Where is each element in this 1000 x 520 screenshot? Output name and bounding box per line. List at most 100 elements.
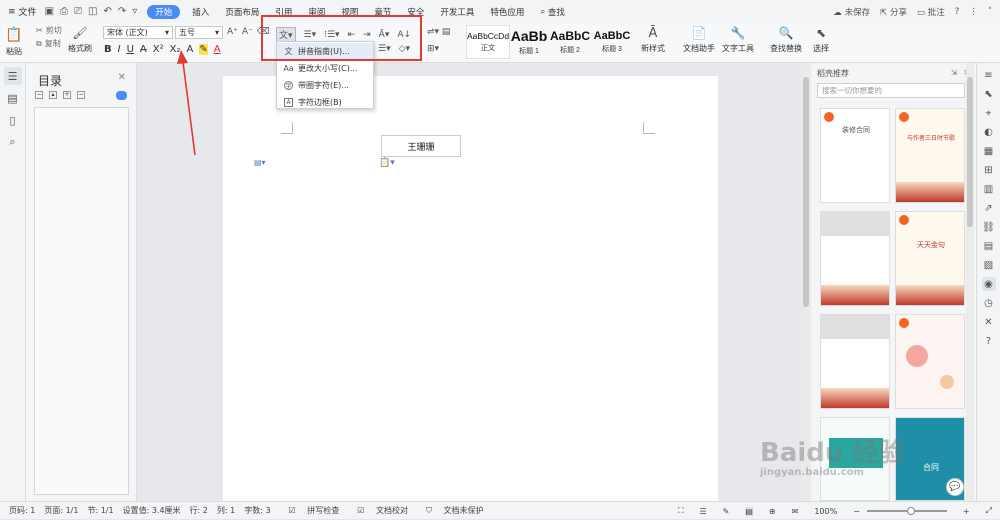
tab-page-layout[interactable]: 页面布局 bbox=[217, 0, 267, 23]
spell-check-button[interactable]: ☑ 拼写检查 bbox=[280, 505, 340, 516]
zoom-out-icon[interactable]: − bbox=[853, 507, 860, 516]
history-icon[interactable]: ◷ bbox=[982, 296, 996, 310]
template-card[interactable]: 与作者三日时节歌 bbox=[895, 108, 965, 203]
share-button[interactable]: ⇱ 分享 bbox=[880, 6, 907, 18]
export-pdf-icon[interactable]: ⇗ bbox=[982, 201, 996, 215]
paste-button[interactable]: 📋 粘贴 bbox=[5, 26, 23, 57]
search-tab[interactable]: ⌕ 查找 bbox=[532, 0, 572, 23]
style-set-icon[interactable]: ≡ bbox=[982, 68, 996, 82]
template-card[interactable] bbox=[820, 314, 890, 409]
zoom-slider-knob[interactable] bbox=[906, 507, 915, 515]
strikethrough-icon[interactable]: A̶ bbox=[140, 44, 147, 55]
chart-icon[interactable]: ▥ bbox=[982, 182, 996, 196]
chapter-icon[interactable]: ▤ bbox=[4, 89, 22, 107]
collapse-all-icon[interactable]: ▴ bbox=[49, 91, 57, 99]
find-icon[interactable]: ⌕ bbox=[4, 133, 22, 151]
tab-insert[interactable]: 插入 bbox=[184, 0, 217, 23]
status-page-count[interactable]: 页面: 1/1 bbox=[44, 505, 78, 516]
paste-options-icon[interactable]: 📋▾ bbox=[379, 158, 395, 168]
zoom-slider[interactable] bbox=[866, 507, 947, 515]
gallery-icon[interactable]: ▦ bbox=[982, 144, 996, 158]
enclosed-char-item[interactable]: 字 带圈字符(E)... bbox=[277, 77, 373, 93]
char-border-item[interactable]: A 字符边框(B) bbox=[277, 94, 373, 110]
format-painter-button[interactable]: 🖌 格式刷 bbox=[68, 25, 92, 54]
font-color-icon[interactable]: A bbox=[214, 44, 221, 55]
select-button[interactable]: ⬉ 选择 bbox=[813, 25, 829, 54]
style-heading-2[interactable]: AaBbC 标题 2 bbox=[548, 25, 592, 59]
underline-icon[interactable]: U bbox=[127, 44, 134, 55]
page-view-icon[interactable]: ▤ bbox=[745, 506, 753, 516]
pin-icon[interactable]: ⇲ bbox=[951, 68, 958, 77]
highlight-icon[interactable]: ✎ bbox=[199, 44, 208, 55]
select-object-icon[interactable]: ⬉ bbox=[982, 87, 996, 101]
font-size-select[interactable]: 五号 ▾ bbox=[175, 26, 223, 39]
unsaved-button[interactable]: ☁ 未保存 bbox=[833, 6, 870, 18]
doc-options-icon[interactable]: ▤▾ bbox=[254, 158, 266, 167]
preview-icon[interactable]: ◫ bbox=[88, 6, 97, 17]
find-replace-button[interactable]: 🔍 查找替换 bbox=[770, 25, 802, 54]
help-icon[interactable]: ? bbox=[955, 7, 960, 17]
text-effect-icon[interactable]: A bbox=[186, 44, 193, 55]
file-menu[interactable]: ≡ 文件 bbox=[8, 0, 37, 23]
redo-icon[interactable]: ↷ bbox=[118, 6, 126, 17]
save-icon[interactable]: ▣ bbox=[45, 6, 54, 17]
tab-home[interactable]: 开始 bbox=[147, 4, 181, 19]
layout-icon[interactable]: ▤ bbox=[982, 239, 996, 253]
change-case-item[interactable]: Aa 更改大小写(C)... bbox=[277, 60, 373, 76]
style-heading-3[interactable]: AaBbC 标题 3 bbox=[590, 25, 634, 59]
style-heading-1[interactable]: AaBb 标题 1 bbox=[507, 25, 551, 59]
fit-page-icon[interactable]: ⤢ bbox=[986, 506, 992, 516]
document-page[interactable]: 王珊珊 📋▾ ▤▾ bbox=[223, 76, 718, 501]
table-icon[interactable]: ⊞ bbox=[982, 163, 996, 177]
template-card[interactable]: 装修合同 bbox=[820, 108, 890, 203]
settings-icon[interactable]: ✕ bbox=[982, 315, 996, 329]
scrollbar-thumb[interactable] bbox=[967, 77, 973, 227]
outline-icon[interactable]: ☰ bbox=[3, 67, 22, 85]
superscript-icon[interactable]: X² bbox=[153, 44, 164, 55]
zoom-level[interactable]: 100% bbox=[814, 507, 837, 516]
scrollbar-thumb[interactable] bbox=[803, 77, 809, 307]
fullscreen-icon[interactable]: ⛶ bbox=[678, 506, 684, 516]
collapse-icon[interactable]: ˄ bbox=[988, 7, 992, 17]
chat-icon[interactable]: 💬 bbox=[946, 478, 964, 496]
template-card[interactable]: 天天金句 bbox=[895, 211, 965, 306]
copy-button[interactable]: ⧉ 复制 bbox=[36, 38, 62, 49]
add-heading-icon[interactable]: + bbox=[63, 91, 71, 99]
help-circle-icon[interactable]: ? bbox=[982, 334, 996, 348]
style-normal[interactable]: AaBbCcDd 正文 bbox=[466, 25, 510, 59]
doc-assistant-button[interactable]: 📄 文档助手 bbox=[683, 25, 715, 54]
bold-icon[interactable]: B bbox=[104, 44, 112, 55]
tab-developer[interactable]: 开发工具 bbox=[432, 0, 482, 23]
proofread-button[interactable]: ☑ 文档校对 bbox=[348, 505, 408, 516]
outline-view-icon[interactable]: ☰ bbox=[699, 507, 706, 516]
customize-icon[interactable]: ▿ bbox=[132, 6, 137, 17]
template-card[interactable] bbox=[820, 211, 890, 306]
name-text-box[interactable]: 王珊珊 bbox=[381, 135, 461, 157]
remove-heading-icon[interactable]: − bbox=[77, 91, 85, 99]
font-name-select[interactable]: 宋体 (正文) ▾ bbox=[103, 26, 173, 39]
template-panel-scrollbar[interactable] bbox=[966, 63, 974, 501]
smart-toc-icon[interactable] bbox=[116, 91, 127, 100]
expand-icon[interactable]: − bbox=[35, 91, 43, 99]
comment-button[interactable]: ▭ 批注 bbox=[917, 6, 945, 18]
web-view-icon[interactable]: ⊕ bbox=[769, 507, 776, 516]
close-icon[interactable]: ✕ bbox=[118, 72, 126, 83]
grow-font-icon[interactable]: A⁺ bbox=[227, 27, 238, 37]
export-icon[interactable]: ⎙ bbox=[60, 6, 68, 17]
cut-button[interactable]: ✂ 剪切 bbox=[36, 25, 62, 36]
protect-button[interactable]: ⛉ 文档未保护 bbox=[417, 505, 484, 516]
undo-icon[interactable]: ↶ bbox=[103, 6, 111, 17]
zoom-in-icon[interactable]: + bbox=[963, 507, 970, 516]
template-card[interactable] bbox=[895, 314, 965, 409]
link-icon[interactable]: ⛓ bbox=[982, 220, 996, 234]
tab-features[interactable]: 特色应用 bbox=[482, 0, 532, 23]
edit-view-icon[interactable]: ✎ bbox=[723, 507, 730, 516]
more-icon[interactable]: ⋮ bbox=[969, 7, 978, 17]
new-style-button[interactable]: Ā 新样式 bbox=[641, 25, 665, 54]
subscript-icon[interactable]: X₂ bbox=[170, 44, 181, 55]
read-view-icon[interactable]: ✉ bbox=[792, 507, 799, 516]
status-words[interactable]: 字数: 3 bbox=[244, 505, 270, 516]
bookmark-icon[interactable]: ▯ bbox=[4, 111, 22, 129]
shapes-icon[interactable]: ◐ bbox=[982, 125, 996, 139]
template-search-input[interactable]: 搜索一切你想要的 bbox=[817, 83, 965, 98]
